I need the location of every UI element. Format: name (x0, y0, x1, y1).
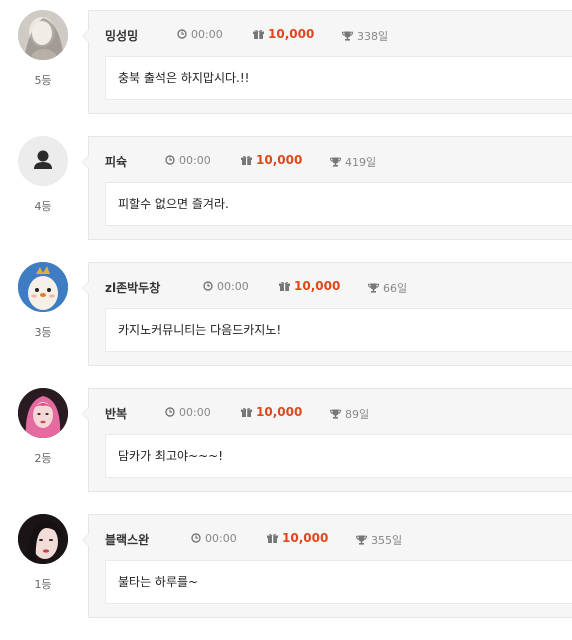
attendance-time: 00:00 (165, 406, 211, 419)
attendance-days: 419일 (329, 154, 377, 170)
points: 10,000 (279, 279, 340, 293)
user-name[interactable]: 블랙스완 (105, 531, 149, 548)
attendance-days: 66일 (367, 280, 408, 296)
attendance-entry: 1등 블랙스완 00:00 10,000 355일 불타는 하루를~ (0, 514, 572, 640)
card-arrow (82, 281, 89, 295)
comment-message: 피할수 없으면 즐겨라. (105, 182, 572, 226)
default-user-icon (18, 136, 68, 186)
avatar-photo-icon (18, 10, 68, 60)
user-name[interactable]: 피슉 (105, 153, 127, 170)
avatar[interactable] (18, 136, 68, 186)
time-value: 00:00 (217, 280, 249, 293)
trophy-icon (341, 31, 354, 41)
comment-meta: 밍성밍 00:00 10,000 338일 (105, 27, 572, 43)
avatar[interactable] (18, 10, 68, 60)
points: 10,000 (241, 153, 302, 167)
rank-label: 4등 (34, 200, 52, 213)
gift-icon (267, 533, 278, 543)
attendance-entry: 2등 반복 00:00 10,000 89일 담카가 최고야~~~! (0, 388, 572, 514)
avatar-column: 5등 (18, 10, 68, 88)
trophy-icon (367, 283, 380, 293)
comment-card: 피슉 00:00 10,000 419일 피할수 없으면 즐겨라. (82, 136, 572, 240)
clock-icon (165, 155, 175, 165)
gift-icon (241, 155, 252, 165)
trophy-icon (329, 409, 342, 419)
attendance-entry: 4등 피슉 00:00 10,000 419일 피할수 없으면 즐겨라. (0, 136, 572, 262)
comment-card: 블랙스완 00:00 10,000 355일 불타는 하루를~ (82, 514, 572, 618)
avatar-photo-icon (18, 514, 68, 564)
points-value: 10,000 (268, 27, 315, 41)
avatar[interactable] (18, 388, 68, 438)
avatar-photo-icon (18, 388, 68, 438)
comment-card: 반복 00:00 10,000 89일 담카가 최고야~~~! (82, 388, 572, 492)
days-value: 89일 (345, 408, 370, 421)
comment-meta: zl존박두창 00:00 10,000 66일 (105, 279, 572, 295)
days-value: 355일 (371, 534, 403, 547)
time-value: 00:00 (191, 28, 223, 41)
clock-icon (191, 533, 201, 543)
rank-label: 5등 (34, 74, 52, 87)
attendance-time: 00:00 (177, 28, 223, 41)
avatar[interactable] (18, 262, 68, 312)
comment-meta: 반복 00:00 10,000 89일 (105, 405, 572, 421)
user-name[interactable]: 반복 (105, 405, 127, 422)
gift-icon (241, 407, 252, 417)
comment-card: zl존박두창 00:00 10,000 66일 카지노커뮤니티는 다음드카지노! (82, 262, 572, 366)
points: 10,000 (241, 405, 302, 419)
points-value: 10,000 (294, 279, 341, 293)
attendance-entry: 3등 zl존박두창 00:00 10,000 66일 카지노커뮤니티는 다음드카… (0, 262, 572, 388)
points: 10,000 (267, 531, 328, 545)
comment-message: 불타는 하루를~ (105, 560, 572, 604)
attendance-days: 89일 (329, 406, 370, 422)
clock-icon (165, 407, 175, 417)
card-arrow (82, 155, 89, 169)
attendance-time: 00:00 (191, 532, 237, 545)
days-value: 338일 (357, 30, 389, 43)
user-name[interactable]: zl존박두창 (105, 279, 160, 296)
comment-card: 밍성밍 00:00 10,000 338일 충북 출석은 하지맙시다.!! (82, 10, 572, 114)
points: 10,000 (253, 27, 314, 41)
rank-label: 3등 (34, 326, 52, 339)
time-value: 00:00 (179, 154, 211, 167)
time-value: 00:00 (179, 406, 211, 419)
gift-icon (279, 281, 290, 291)
avatar-column: 1등 (18, 514, 68, 592)
points-value: 10,000 (256, 153, 303, 167)
attendance-days: 355일 (355, 532, 403, 548)
egg-character-icon (18, 262, 68, 312)
attendance-time: 00:00 (165, 154, 211, 167)
avatar-column: 4등 (18, 136, 68, 214)
attendance-days: 338일 (341, 28, 389, 44)
clock-icon (177, 29, 187, 39)
clock-icon (203, 281, 213, 291)
points-value: 10,000 (256, 405, 303, 419)
days-value: 419일 (345, 156, 377, 169)
comment-meta: 피슉 00:00 10,000 419일 (105, 153, 572, 169)
attendance-entry: 5등 밍성밍 00:00 10,000 338일 충북 출석은 하지맙시다.!! (0, 10, 572, 136)
avatar[interactable] (18, 514, 68, 564)
card-arrow (82, 533, 89, 547)
gift-icon (253, 29, 264, 39)
card-arrow (82, 29, 89, 43)
card-arrow (82, 407, 89, 421)
trophy-icon (329, 157, 342, 167)
rank-label: 1등 (34, 578, 52, 591)
comment-meta: 블랙스완 00:00 10,000 355일 (105, 531, 572, 547)
time-value: 00:00 (205, 532, 237, 545)
comment-message: 담카가 최고야~~~! (105, 434, 572, 478)
rank-label: 2등 (34, 452, 52, 465)
trophy-icon (355, 535, 368, 545)
avatar-column: 3등 (18, 262, 68, 340)
avatar-column: 2등 (18, 388, 68, 466)
comment-message: 충북 출석은 하지맙시다.!! (105, 56, 572, 100)
points-value: 10,000 (282, 531, 329, 545)
user-name[interactable]: 밍성밍 (105, 27, 138, 44)
days-value: 66일 (383, 282, 408, 295)
comment-message: 카지노커뮤니티는 다음드카지노! (105, 308, 572, 352)
attendance-time: 00:00 (203, 280, 249, 293)
